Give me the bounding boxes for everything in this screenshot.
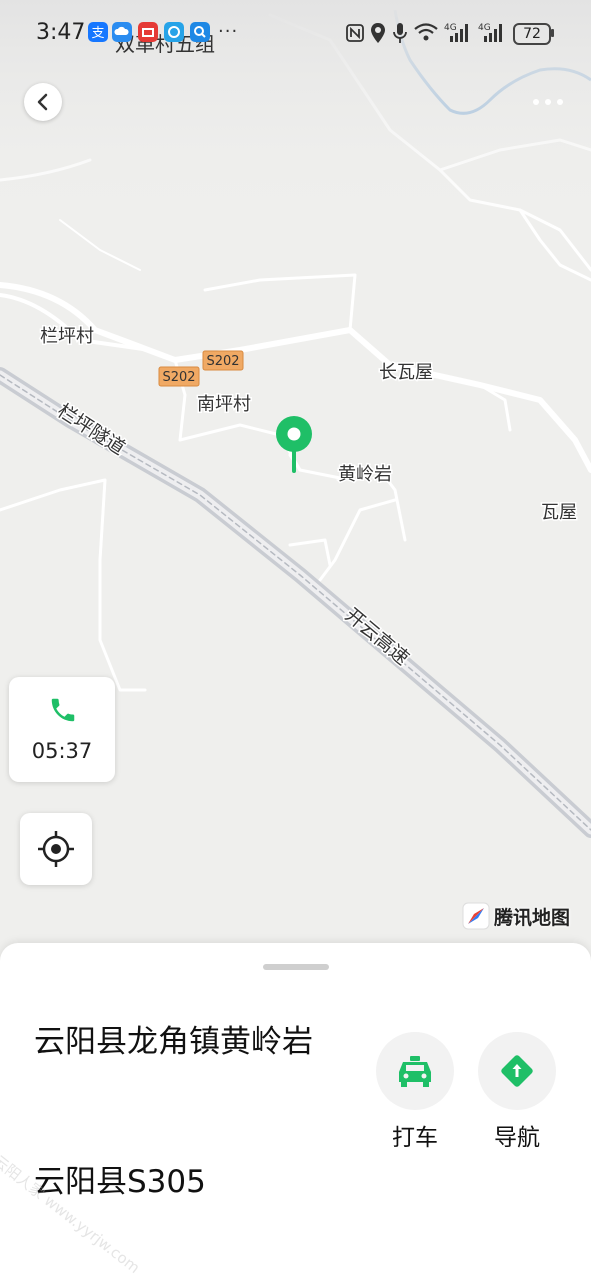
call-status-card[interactable]: 05:37 (9, 677, 115, 782)
svg-text:4G: 4G (444, 23, 457, 33)
call-duration: 05:37 (31, 739, 93, 763)
wifi-icon (414, 23, 438, 41)
alipay-icon: 支 (88, 22, 108, 42)
locate-me-button[interactable] (20, 813, 92, 885)
road-shield-s202-b: S202 (158, 366, 200, 387)
battery-indicator: 72 (513, 23, 551, 45)
taxi-label: 打车 (392, 1125, 438, 1151)
place-label-nanping[interactable]: 南坪村 (196, 393, 253, 417)
status-time: 3:47 (36, 20, 86, 45)
nfc-icon (346, 24, 364, 42)
road-shield-s202-a: S202 (202, 350, 244, 371)
navigation-button[interactable]: 导航 (478, 1032, 556, 1152)
map-provider-name: 腾讯地图 (494, 906, 571, 929)
status-overflow: ··· (218, 21, 239, 42)
place-label-wawu[interactable]: 瓦屋 (540, 501, 579, 525)
place-label-lanping[interactable]: 栏坪村 (39, 325, 96, 349)
tencent-map-logo-icon (462, 902, 490, 930)
signal-4g-icon: 4G (444, 23, 468, 42)
place-label-huanglingyan[interactable]: 黄岭岩 (337, 463, 394, 487)
place-label-changwawu[interactable]: 长瓦屋 (378, 361, 435, 385)
location-icon (371, 23, 385, 43)
svg-text:4G: 4G (478, 23, 491, 33)
cloud-icon (112, 22, 132, 42)
wallet-icon (138, 22, 158, 42)
battery-tip (551, 29, 554, 37)
place-title: 云阳县龙角镇黄岭岩 (34, 1024, 313, 1060)
navigation-button-circle[interactable] (478, 1032, 556, 1110)
navigation-label: 导航 (494, 1125, 540, 1151)
taxi-icon (399, 1056, 431, 1087)
back-button[interactable] (24, 83, 62, 121)
status-bar: 双革村五组 3:47 支 ··· 4G 4G 72 (0, 0, 591, 64)
phone-icon (51, 698, 75, 722)
road-shield-label: S202 (162, 370, 195, 385)
crosshair-icon (38, 831, 74, 867)
app-icon (164, 22, 184, 42)
taxi-button-circle[interactable] (376, 1032, 454, 1110)
more-options-icon[interactable] (528, 92, 568, 112)
taxi-button[interactable]: 打车 (376, 1032, 454, 1152)
map-provider-logo: 腾讯地图 (462, 900, 570, 932)
search-icon (190, 22, 210, 42)
signal-4g-icon: 4G (478, 23, 502, 42)
mic-icon (393, 23, 407, 43)
navigation-icon (501, 1055, 533, 1087)
road-shield-label: S202 (206, 354, 239, 369)
chevron-left-icon (37, 93, 48, 111)
svg-text:支: 支 (91, 26, 104, 41)
sheet-drag-handle[interactable] (263, 964, 329, 970)
